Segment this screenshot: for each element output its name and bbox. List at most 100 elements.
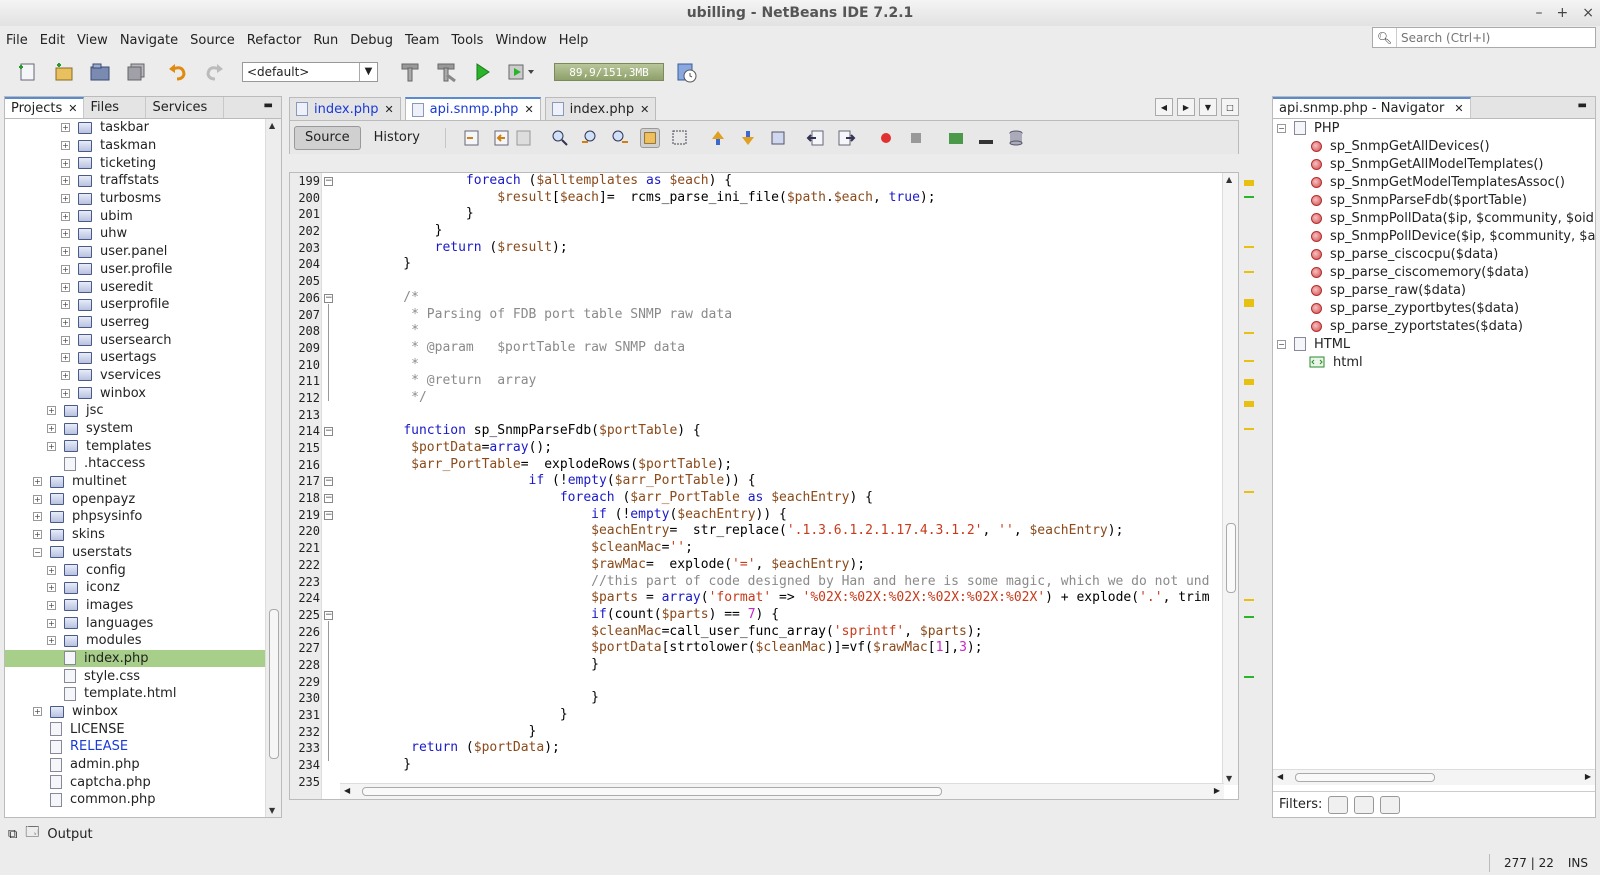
history-view-button[interactable]: History: [363, 126, 431, 150]
code-line[interactable]: 203 return ($result);: [290, 240, 1210, 257]
editor-tab-index-php[interactable]: index.php ✕: [289, 97, 401, 120]
tree-item[interactable]: + skins: [5, 526, 265, 544]
code-line[interactable]: 211 * @return array: [290, 373, 1210, 390]
menu-debug[interactable]: Debug: [350, 33, 393, 48]
stripe-mark[interactable]: [1244, 246, 1254, 248]
filter-nonpublic-button[interactable]: [1380, 795, 1401, 814]
last-edit-icon[interactable]: [462, 128, 482, 148]
code-line[interactable]: 227 $portData[strtolower($cleanMac)]=vf(…: [290, 640, 1210, 657]
expand-icon[interactable]: +: [61, 335, 70, 345]
navigator-html-node[interactable]: − HTML: [1273, 335, 1595, 353]
stripe-mark[interactable]: [1244, 332, 1254, 334]
close-icon[interactable]: ✕: [524, 103, 533, 116]
scroll-up-icon[interactable]: ▲: [269, 121, 275, 130]
navigator-php-node[interactable]: − PHP: [1273, 119, 1595, 137]
expand-icon[interactable]: +: [47, 424, 56, 434]
shift-left-icon[interactable]: [806, 128, 826, 148]
code-line[interactable]: 212 */: [290, 390, 1210, 407]
code-line[interactable]: 224 $parts = array('format' => '%02X:%02…: [290, 590, 1209, 607]
navigator-function-item[interactable]: sp_parse_zyportstates($data): [1273, 317, 1595, 335]
expand-icon[interactable]: +: [47, 406, 56, 416]
scroll-thumb[interactable]: [269, 609, 279, 759]
tab-projects[interactable]: Projects ✕: [5, 97, 85, 119]
code-line[interactable]: 217 if (!empty($arr_PortTable)) {: [290, 473, 1210, 490]
expand-icon[interactable]: +: [61, 229, 70, 239]
expand-icon[interactable]: +: [61, 282, 70, 292]
navigator-function-item[interactable]: sp_SnmpGetAllModelTemplates(): [1273, 155, 1595, 173]
restore-window-icon[interactable]: ⧉: [8, 827, 17, 842]
tree-item[interactable]: + images: [5, 597, 265, 615]
scroll-tabs-left-icon[interactable]: ◀: [1155, 98, 1173, 116]
find-previous-icon[interactable]: [580, 128, 600, 148]
navigator-function-item[interactable]: sp_SnmpPollData($ip, $community, $oid, $…: [1273, 209, 1595, 227]
expand-icon[interactable]: +: [61, 211, 70, 221]
expand-icon[interactable]: +: [61, 353, 70, 363]
collapse-icon[interactable]: −: [1277, 123, 1286, 133]
expand-icon[interactable]: +: [33, 512, 42, 522]
minimize-panel-icon[interactable]: ▬: [1578, 100, 1587, 111]
expand-icon[interactable]: +: [47, 583, 56, 593]
open-project-button[interactable]: [86, 59, 114, 85]
show-opened-documents-icon[interactable]: ▼: [1199, 98, 1217, 116]
stripe-mark[interactable]: [1244, 360, 1254, 362]
comment-icon[interactable]: [946, 128, 966, 148]
navigator-function-item[interactable]: sp_SnmpGetAllDevices(): [1273, 137, 1595, 155]
collapse-icon[interactable]: −: [33, 547, 42, 557]
tree-item[interactable]: + system: [5, 420, 265, 438]
tree-item[interactable]: + ubim: [5, 207, 265, 225]
output-tab[interactable]: Output: [47, 827, 92, 842]
expand-icon[interactable]: +: [47, 636, 56, 646]
navigator-scrollbar[interactable]: ◀ ▶: [1273, 769, 1595, 785]
menu-edit[interactable]: Edit: [40, 33, 65, 48]
previous-bookmark-icon[interactable]: [708, 128, 728, 148]
code-horizontal-scrollbar[interactable]: ◀ ▶: [340, 783, 1224, 799]
code-line[interactable]: 229: [290, 674, 1210, 691]
stripe-mark[interactable]: [1244, 379, 1254, 385]
tree-item[interactable]: + traffstats: [5, 172, 265, 190]
code-line[interactable]: 204 }: [290, 256, 1210, 273]
code-line[interactable]: 231 }: [290, 707, 1210, 724]
expand-icon[interactable]: +: [61, 300, 70, 310]
search-input[interactable]: [1397, 30, 1587, 45]
search-icon[interactable]: 🔍︎: [1373, 28, 1397, 47]
close-icon[interactable]: ✕: [1454, 98, 1463, 119]
code-line[interactable]: 226 $cleanMac=call_user_func_array('spri…: [290, 624, 1210, 641]
code-line[interactable]: 208 *: [290, 323, 1210, 340]
toggle-rect-selection-icon[interactable]: [670, 128, 690, 148]
stripe-mark[interactable]: [1244, 271, 1254, 273]
close-button[interactable]: ×: [1582, 0, 1594, 26]
stripe-mark[interactable]: [1244, 428, 1254, 430]
stripe-mark[interactable]: [1244, 599, 1254, 601]
close-icon[interactable]: ✕: [640, 103, 649, 116]
code-line[interactable]: 199 foreach ($alltemplates as $each) {: [290, 173, 1210, 190]
toggle-bookmark-icon[interactable]: [768, 128, 788, 148]
minimize-panel-icon[interactable]: ▬: [264, 100, 273, 111]
code-line[interactable]: 222 $rawMac= explode('=', $eachEntry);: [290, 557, 1210, 574]
tree-item[interactable]: + modules: [5, 632, 265, 650]
code-line[interactable]: 205: [290, 273, 1210, 290]
navigator-function-item[interactable]: sp_parse_ciscomemory($data): [1273, 263, 1595, 281]
scroll-down-icon[interactable]: ▼: [269, 806, 275, 815]
code-line[interactable]: 223 //this part of code designed by Han …: [290, 574, 1210, 591]
code-line[interactable]: 215 $portData=array();: [290, 440, 1210, 457]
tree-item[interactable]: index.php: [5, 649, 265, 668]
code-line[interactable]: 218 foreach ($arr_PortTable as $eachEntr…: [290, 490, 1210, 507]
tab-services[interactable]: Services: [146, 97, 225, 118]
tree-item[interactable]: admin.php: [5, 756, 265, 774]
tree-item[interactable]: + userprofile: [5, 296, 265, 314]
tree-item[interactable]: + useredit: [5, 278, 265, 296]
tree-item[interactable]: style.css: [5, 667, 265, 685]
debug-button[interactable]: [504, 59, 540, 85]
menu-navigate[interactable]: Navigate: [120, 33, 178, 48]
tree-item[interactable]: + config: [5, 561, 265, 579]
expand-icon[interactable]: +: [61, 247, 70, 257]
close-icon[interactable]: ✕: [68, 98, 77, 119]
navigator-function-item[interactable]: sp_parse_zyportbytes($data): [1273, 299, 1595, 317]
tree-item[interactable]: + taskman: [5, 137, 265, 155]
menu-help[interactable]: Help: [559, 33, 589, 48]
code-line[interactable]: 213: [290, 407, 1210, 424]
code-line[interactable]: 233 return ($portData);: [290, 740, 1210, 757]
tree-item[interactable]: RELEASE: [5, 738, 265, 756]
expand-icon[interactable]: +: [47, 565, 56, 575]
code-line[interactable]: 209 * @param $portTable raw SNMP data: [290, 340, 1210, 357]
